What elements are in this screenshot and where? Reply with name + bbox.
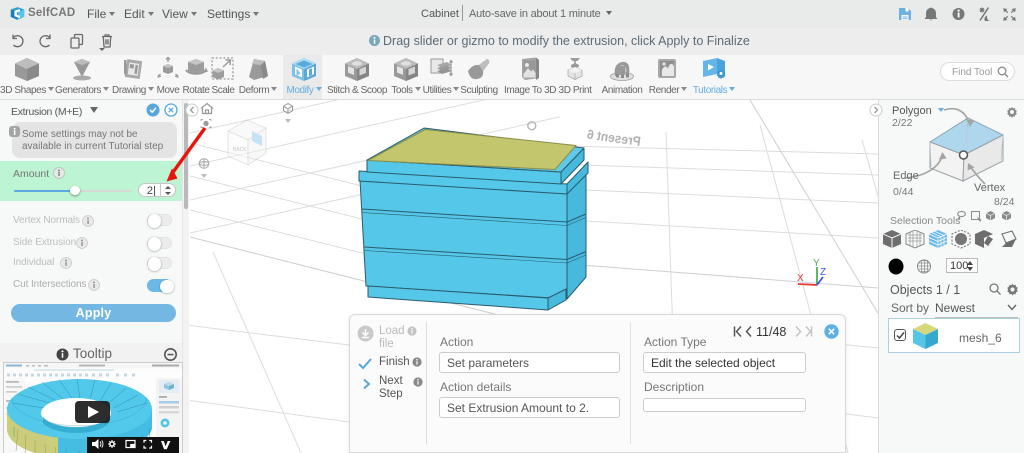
svg-text:BACK: BACK [233, 147, 247, 153]
svg-text:Y: Y [813, 258, 820, 269]
svg-text:Z: Z [820, 267, 826, 278]
svg-text:X: X [797, 273, 804, 284]
